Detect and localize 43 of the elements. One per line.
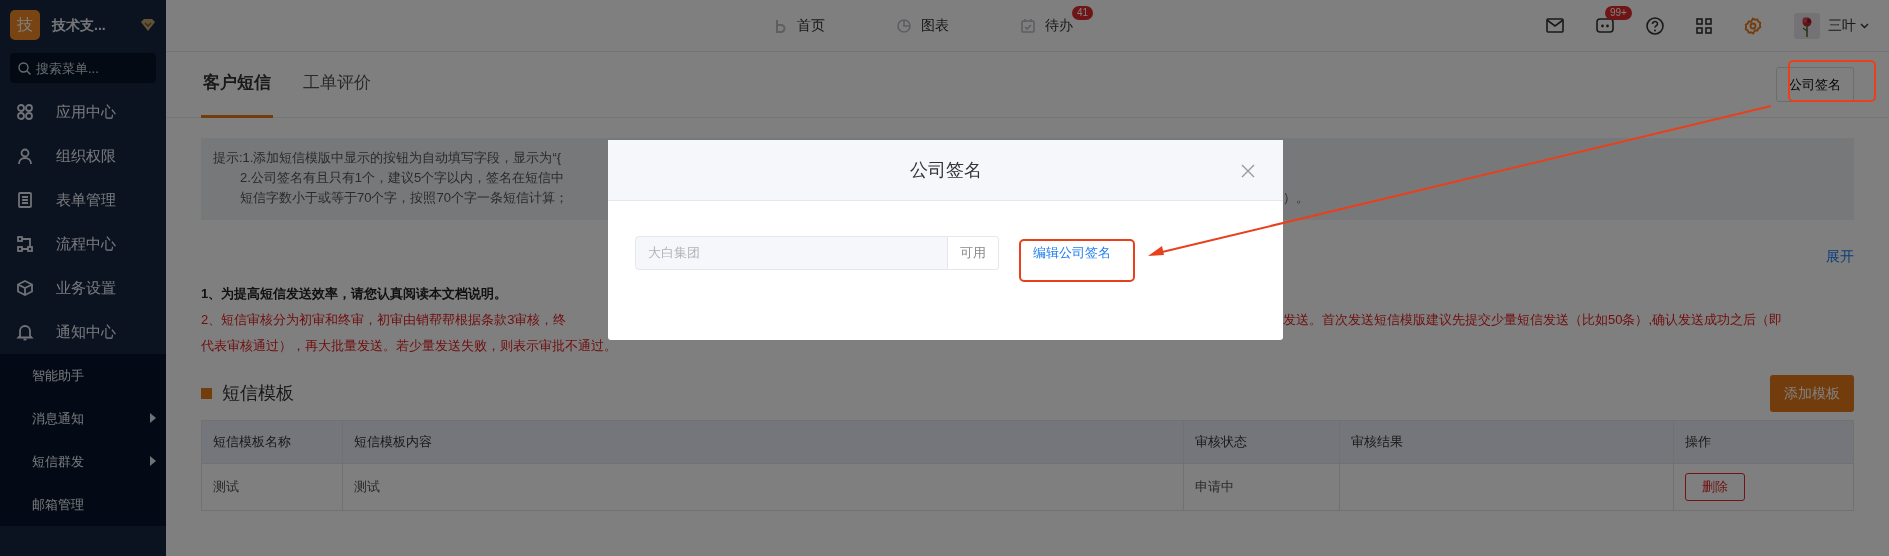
hint-text: ）。 xyxy=(1283,189,1309,207)
signature-button[interactable]: 公司签名 xyxy=(1776,66,1854,103)
column-header: 短信模板内容 xyxy=(342,420,1184,464)
column-header: 操作 xyxy=(1673,420,1854,464)
sidebar-item[interactable]: 通知中心 xyxy=(0,309,166,354)
count-badge: 41 xyxy=(1071,6,1093,20)
hint-text: 2.公司签名有且只有1个，建议5个字以内，签名在短信中 xyxy=(239,169,565,187)
notice-text: 2、短信审核分为初审和终审，初审由销帮帮根据条款3审核，终 xyxy=(201,311,567,329)
brand-name: 技术支... xyxy=(52,15,107,35)
count-badge: 99+ xyxy=(1605,5,1632,20)
notice-text: 1、为提高短信发送效率，请您认真阅读本文档说明。 xyxy=(201,285,508,303)
section-title: 短信模板 xyxy=(222,381,294,405)
table-cell: 申请中 xyxy=(1183,463,1340,511)
sidebar-subitem[interactable]: 智能助手 xyxy=(0,353,166,397)
edit-signature-link[interactable]: 编辑公司签名 xyxy=(1033,243,1111,263)
modal-title: 公司签名 xyxy=(909,158,982,182)
sidebar-item[interactable]: 组织权限 xyxy=(0,133,166,178)
table-cell: 测试 xyxy=(342,463,1184,511)
column-header: 短信模板名称 xyxy=(201,420,343,464)
sidebar-item[interactable]: 流程中心 xyxy=(0,221,166,266)
sidebar-item[interactable]: 表单管理 xyxy=(0,177,166,222)
user-menu[interactable]: 三叶 xyxy=(1828,15,1869,36)
sidebar-subitem[interactable]: 邮箱管理 xyxy=(0,482,166,526)
tab[interactable]: 工单评价 xyxy=(301,51,373,118)
column-header: 审核结果 xyxy=(1339,420,1674,464)
expand-link[interactable]: 展开 xyxy=(1826,246,1854,267)
logo: 技 xyxy=(10,10,40,40)
delete-button[interactable]: 删除 xyxy=(1685,473,1746,501)
table-cell: 测试 xyxy=(201,463,343,511)
sidebar-item[interactable]: 业务设置 xyxy=(0,265,166,310)
sidebar-item[interactable]: 应用中心 xyxy=(0,89,166,134)
hint-text: 提示:1.添加短信模版中显示的按钮为自动填写字段，显示为“{ xyxy=(213,149,562,167)
search-field[interactable]: 搜索菜单... xyxy=(10,53,156,84)
sidebar-subitem[interactable]: 短信群发 xyxy=(0,439,166,483)
nav-link[interactable]: 图表 xyxy=(895,15,949,36)
column-header: 审核状态 xyxy=(1183,420,1340,464)
sidebar-subitem[interactable]: 消息通知 xyxy=(0,396,166,440)
notice-text: 发送。首次发送短信模版建议先提交少量短信发送（比如50条）,确认发送成功之后（即 xyxy=(1283,311,1783,329)
field-addon: 可用 xyxy=(948,236,999,270)
nav-link[interactable]: 待办 xyxy=(1019,15,1073,36)
notice-text: 代表审核通过），再大批量发送。若少量发送失败，则表示审批不通过。 xyxy=(201,337,617,355)
nav-link[interactable]: 首页 xyxy=(771,15,825,36)
add-template-button[interactable]: 添加模板 xyxy=(1770,374,1854,412)
